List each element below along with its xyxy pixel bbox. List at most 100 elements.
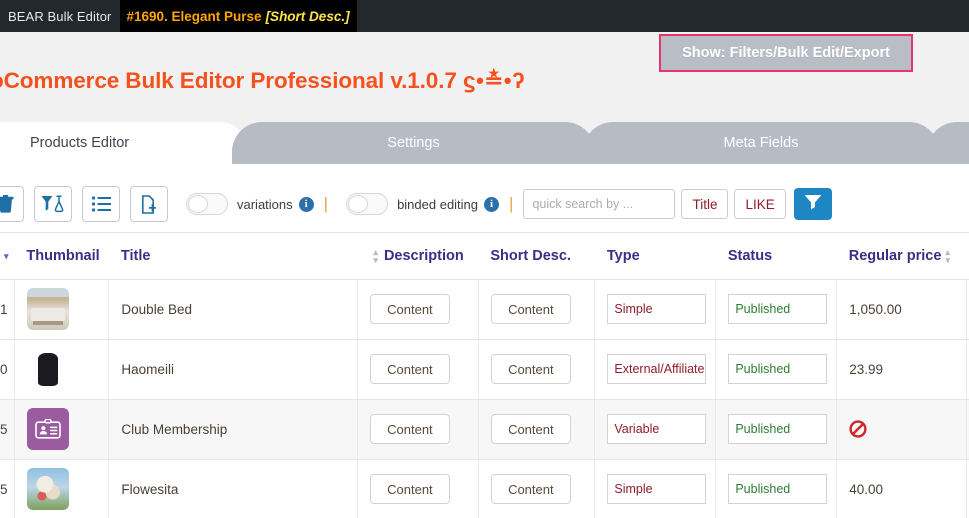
row-thumbnail-cell[interactable]	[14, 399, 110, 460]
search-field-select[interactable]: Title	[681, 189, 729, 219]
list-view-button[interactable]	[82, 186, 120, 222]
tab-settings[interactable]: Settings	[232, 122, 595, 164]
column-header-type[interactable]: Type	[594, 233, 716, 280]
tab-underline	[0, 164, 969, 176]
wp-admin-bar: BEAR Bulk Editor #1690. Elegant Purse [S…	[0, 0, 969, 32]
type-select[interactable]: External/Affiliate	[607, 354, 707, 384]
row-thumbnail-cell[interactable]	[14, 279, 110, 340]
short-desc-content-button[interactable]: Content	[490, 414, 571, 444]
table-row[interactable]: 5 Flowesita Content Content Simple Publi…	[0, 459, 969, 518]
binded-editing-toggle[interactable]	[346, 193, 389, 215]
admin-bar-brand[interactable]: BEAR Bulk Editor	[0, 9, 120, 24]
row-thumbnail-cell[interactable]	[14, 459, 110, 518]
tab-meta-fields[interactable]: Meta Fields	[583, 122, 939, 164]
quick-search-input[interactable]	[523, 189, 676, 219]
row-description-cell: Content	[357, 339, 479, 400]
sort-icon-description[interactable]: ▴ ▾	[373, 247, 378, 264]
row-type-cell: Simple	[594, 459, 717, 518]
page-title-text: oCommerce Bulk Editor Professional v.1.0…	[0, 68, 457, 93]
type-select[interactable]: Variable	[607, 414, 707, 444]
column-header-title[interactable]: Title	[108, 233, 358, 280]
row-type-cell: Simple	[594, 279, 717, 340]
flower-photo-thumbnail[interactable]	[26, 468, 69, 510]
type-select[interactable]: Simple	[607, 294, 707, 324]
column-header-regular-price[interactable]: Regular price ▴ ▾	[836, 233, 967, 280]
description-content-button[interactable]: Content	[369, 294, 450, 324]
row-title[interactable]: Haomeili	[108, 339, 358, 400]
column-header-short-desc[interactable]: Short Desc.	[478, 233, 595, 280]
table-row[interactable]: 0 Haomeili Content Content External/Affi…	[0, 339, 969, 400]
add-document-icon	[140, 194, 158, 214]
column-header-status[interactable]: Status	[715, 233, 837, 280]
row-id: 1	[0, 279, 15, 340]
row-type-cell: External/Affiliate	[594, 339, 717, 400]
bed-photo-thumbnail[interactable]	[26, 288, 69, 330]
table-row[interactable]: 5 Club Membership Content Content Variab…	[0, 399, 969, 460]
tab-settings-label: Settings	[387, 135, 440, 151]
status-select[interactable]: Published	[728, 474, 828, 504]
row-status-cell: Published	[715, 399, 838, 460]
tab-products-editor[interactable]: Products Editor	[0, 122, 246, 164]
description-content-button[interactable]: Content	[369, 414, 450, 444]
status-select[interactable]: Published	[728, 354, 828, 384]
add-product-button[interactable]	[130, 186, 168, 222]
status-select[interactable]: Published	[728, 294, 828, 324]
products-table: ▾ Thumbnail Title ▴ ▾ Description Short De…	[0, 233, 969, 518]
row-regular-price[interactable]: 40.00	[836, 459, 967, 518]
variations-label: variations	[237, 196, 293, 212]
row-regular-price[interactable]: 1,050.00	[836, 279, 967, 340]
binded-editing-label: binded editing	[397, 196, 479, 212]
binded-editing-info-icon[interactable]: i	[484, 196, 500, 212]
toolbar-separator-2: |	[509, 194, 514, 213]
row-thumbnail-cell[interactable]	[14, 339, 110, 400]
description-content-button[interactable]: Content	[369, 354, 450, 384]
row-title[interactable]: Club Membership	[108, 399, 358, 460]
products-table-wrapper[interactable]: ▾ Thumbnail Title ▴ ▾ Description Short De…	[0, 233, 969, 518]
row-title[interactable]: Flowesita	[108, 459, 358, 518]
show-filters-label: Show: Filters/Bulk Edit/Export	[682, 45, 890, 61]
description-content-button[interactable]: Content	[369, 474, 450, 504]
short-desc-content-button[interactable]: Content	[490, 294, 571, 324]
column-header-id[interactable]: ▾	[0, 233, 15, 280]
short-desc-content-button[interactable]: Content	[490, 474, 571, 504]
tab-meta-fields-label: Meta Fields	[723, 135, 799, 151]
table-row[interactable]: 1 Double Bed Content Content Simple Publ…	[0, 279, 969, 340]
current-item-title: #1690. Elegant Purse	[126, 8, 262, 24]
page-title: oCommerce Bulk Editor Professional v.1.0…	[0, 68, 525, 94]
delete-button[interactable]	[0, 186, 24, 222]
apply-filter-button[interactable]	[793, 188, 832, 220]
dress-photo-thumbnail[interactable]	[26, 348, 69, 390]
column-header-thumbnail[interactable]: Thumbnail	[14, 233, 109, 280]
type-select[interactable]: Simple	[607, 474, 707, 504]
current-item-subtitle: [Short Desc.]	[265, 8, 350, 24]
variations-toggle[interactable]	[186, 193, 228, 215]
admin-bar-current-item[interactable]: #1690. Elegant Purse [Short Desc.]	[120, 0, 357, 32]
row-short-desc-cell: Content	[478, 339, 596, 400]
page-title-decoration: ϛ•≛•ʔ	[462, 68, 526, 93]
row-short-desc-cell: Content	[478, 459, 596, 518]
column-header-regular-price-label: Regular price	[848, 247, 942, 264]
variations-info-icon[interactable]: i	[298, 196, 314, 212]
id-card-icon-thumbnail[interactable]	[26, 408, 69, 450]
search-operator-select-label: LIKE	[745, 196, 775, 212]
column-header-description-label: Description	[383, 247, 464, 264]
row-regular-price[interactable]: 23.99	[836, 339, 967, 400]
short-desc-content-button[interactable]: Content	[490, 354, 571, 384]
show-filters-bulk-edit-export-button[interactable]: Show: Filters/Bulk Edit/Export	[659, 34, 913, 72]
sort-desc-icon[interactable]: ▾	[4, 251, 9, 260]
search-field-select-label: Title	[692, 196, 718, 212]
delete-icon	[0, 195, 14, 213]
row-title[interactable]: Double Bed	[108, 279, 358, 340]
column-header-description[interactable]: ▴ ▾ Description	[357, 233, 479, 280]
row-status-cell: Published	[715, 279, 838, 340]
status-select[interactable]: Published	[728, 414, 828, 444]
search-operator-select[interactable]: LIKE	[734, 189, 786, 219]
toolbar-separator-1: |	[323, 194, 329, 213]
row-description-cell: Content	[357, 399, 479, 460]
filter-icon	[804, 194, 822, 215]
sort-icon-regular-price[interactable]: ▴ ▾	[945, 247, 950, 264]
tab-overflow[interactable]	[927, 122, 969, 164]
filter-flask-button[interactable]	[34, 186, 72, 222]
row-id: 5	[0, 459, 15, 518]
binded-editing-toggle-knob	[348, 195, 369, 213]
